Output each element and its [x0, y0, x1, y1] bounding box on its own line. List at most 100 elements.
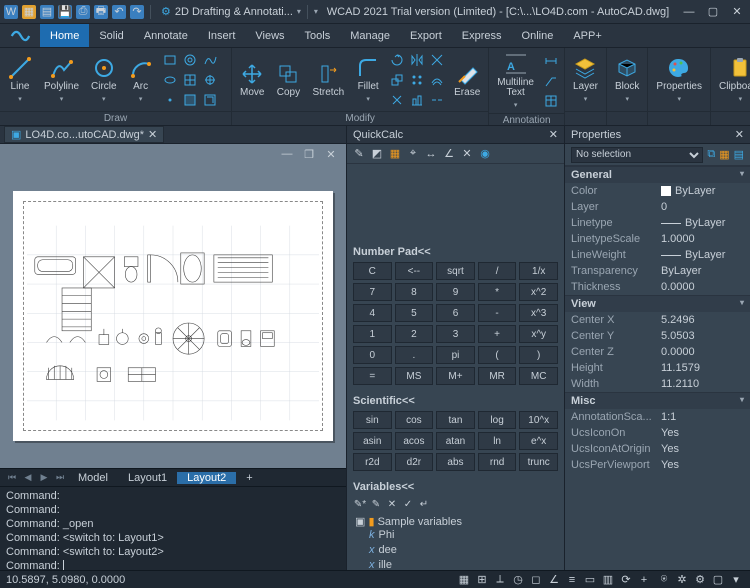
- var-new-icon[interactable]: ✎*: [353, 497, 367, 511]
- sci-key[interactable]: rnd: [478, 453, 517, 471]
- prop-row[interactable]: LinetypeByLayer: [565, 215, 750, 231]
- coordinates[interactable]: 10.5897, 5.0980, 0.0000: [6, 574, 125, 586]
- add-layout-button[interactable]: +: [236, 469, 262, 487]
- layout-tab-model[interactable]: Model: [68, 472, 118, 484]
- snap-icon[interactable]: ⊞: [474, 573, 490, 587]
- numpad-key[interactable]: 2: [395, 325, 434, 343]
- fillet-button[interactable]: Fillet: [352, 54, 384, 105]
- drawing-viewport[interactable]: [27, 219, 319, 427]
- tray-menu-icon[interactable]: ▾: [728, 573, 744, 587]
- magnify-icon[interactable]: +: [636, 573, 652, 587]
- numpad-key[interactable]: 6: [436, 304, 475, 322]
- numpad-key[interactable]: 9: [436, 283, 475, 301]
- more-icon[interactable]: [201, 91, 219, 109]
- sci-key[interactable]: abs: [436, 453, 475, 471]
- sci-key[interactable]: log: [478, 411, 517, 429]
- select-objects-icon[interactable]: ▦: [719, 148, 729, 161]
- quickcalc-header[interactable]: QuickCalc ✕: [347, 126, 564, 144]
- osnap-icon[interactable]: ◻: [528, 573, 544, 587]
- prop-row[interactable]: Thickness0.0000: [565, 279, 750, 295]
- align-icon[interactable]: [408, 91, 426, 109]
- numpad-key[interactable]: pi: [436, 346, 475, 364]
- var-delete-icon[interactable]: ✓: [401, 497, 415, 511]
- numpad-key[interactable]: M+: [436, 367, 475, 385]
- open-icon[interactable]: ▤: [40, 5, 54, 19]
- numpad-key[interactable]: x^y: [519, 325, 558, 343]
- sci-key[interactable]: e^x: [519, 432, 558, 450]
- prop-row[interactable]: Center Z0.0000: [565, 344, 750, 360]
- prop-row[interactable]: UcsIconOnYes: [565, 425, 750, 441]
- numpad-key[interactable]: MC: [519, 367, 558, 385]
- prop-row[interactable]: Width11.2110: [565, 376, 750, 392]
- trim-icon[interactable]: [428, 51, 446, 69]
- prop-row[interactable]: UcsIconAtOriginYes: [565, 441, 750, 457]
- numpad-key[interactable]: <--: [395, 262, 434, 280]
- prop-row[interactable]: AnnotationSca...1:1: [565, 409, 750, 425]
- spline-icon[interactable]: [201, 51, 219, 69]
- prop-row[interactable]: Center X5.2496: [565, 312, 750, 328]
- dim-icon[interactable]: [542, 52, 560, 70]
- selection-dropdown[interactable]: No selection: [571, 147, 703, 163]
- numpad-key[interactable]: x^3: [519, 304, 558, 322]
- point-icon[interactable]: [161, 91, 179, 109]
- qc-intersect-icon[interactable]: ✕: [459, 146, 475, 162]
- app-logo[interactable]: [0, 24, 40, 47]
- hatch-icon[interactable]: [181, 71, 199, 89]
- tab-manage[interactable]: Manage: [340, 24, 400, 47]
- vars-section-title[interactable]: Variables<<: [353, 481, 558, 493]
- numpad-key[interactable]: (: [478, 346, 517, 364]
- leader-icon[interactable]: [542, 72, 560, 90]
- workspace-icon[interactable]: ⚙: [692, 573, 708, 587]
- plot-icon[interactable]: 🖶: [94, 5, 108, 19]
- prop-row[interactable]: Height11.1579: [565, 360, 750, 376]
- ring-icon[interactable]: [181, 51, 199, 69]
- prop-row[interactable]: TransparencyByLayer: [565, 263, 750, 279]
- polar-icon[interactable]: ◷: [510, 573, 526, 587]
- numpad-key[interactable]: 8: [395, 283, 434, 301]
- polyline-button[interactable]: Polyline: [40, 54, 83, 105]
- prop-section-header[interactable]: View▾: [565, 296, 750, 312]
- tab-last-icon[interactable]: ⏭: [52, 471, 68, 485]
- tab-first-icon[interactable]: ⏮: [4, 471, 20, 485]
- tab-online[interactable]: Online: [512, 24, 564, 47]
- explode-icon[interactable]: [388, 91, 406, 109]
- var-item[interactable]: kPhi: [353, 528, 558, 543]
- saveas-icon[interactable]: ⎙: [76, 5, 90, 19]
- qc-distance-icon[interactable]: ↔: [423, 146, 439, 162]
- mdi-restore-icon[interactable]: ❐: [300, 146, 318, 162]
- sci-key[interactable]: r2d: [353, 453, 392, 471]
- layer-button[interactable]: Layer: [569, 54, 602, 105]
- tab-insert[interactable]: Insert: [198, 24, 246, 47]
- sci-key[interactable]: atan: [436, 432, 475, 450]
- var-newgrp-icon[interactable]: ✎: [369, 497, 383, 511]
- multiline-text-button[interactable]: AMultiline Text: [493, 50, 538, 111]
- qc-clear-icon[interactable]: ✎: [351, 146, 367, 162]
- table-icon[interactable]: [542, 92, 560, 110]
- stretch-button[interactable]: Stretch: [308, 60, 348, 100]
- numpad-key[interactable]: 5: [395, 304, 434, 322]
- offset-icon[interactable]: [428, 71, 446, 89]
- circle-button[interactable]: Circle: [87, 54, 121, 105]
- numpad-key[interactable]: x^2: [519, 283, 558, 301]
- rect-icon[interactable]: [161, 51, 179, 69]
- maximize-button[interactable]: ▢: [704, 4, 722, 20]
- close-icon[interactable]: ✕: [549, 128, 558, 141]
- numpad-key[interactable]: MS: [395, 367, 434, 385]
- dyn-icon[interactable]: ▭: [582, 573, 598, 587]
- ortho-icon[interactable]: ⟂: [492, 573, 508, 587]
- mdi-close-icon[interactable]: ✕: [322, 146, 340, 162]
- close-button[interactable]: ✕: [728, 4, 746, 20]
- tab-express[interactable]: Express: [452, 24, 512, 47]
- numpad-key[interactable]: 0: [353, 346, 392, 364]
- overflow-icon[interactable]: ▾: [314, 7, 318, 16]
- break-icon[interactable]: [428, 91, 446, 109]
- vars-group[interactable]: ▣ ▮ Sample variables: [353, 515, 558, 528]
- tab-app+[interactable]: APP+: [563, 24, 611, 47]
- tab-solid[interactable]: Solid: [89, 24, 133, 47]
- quickselect-icon[interactable]: ⧉: [707, 148, 715, 161]
- properties-header[interactable]: Properties ✕: [565, 126, 750, 144]
- canvas[interactable]: — ❐ ✕: [0, 144, 346, 468]
- prop-row[interactable]: Layer0: [565, 199, 750, 215]
- grid-icon[interactable]: ▦: [456, 573, 472, 587]
- tab-export[interactable]: Export: [400, 24, 452, 47]
